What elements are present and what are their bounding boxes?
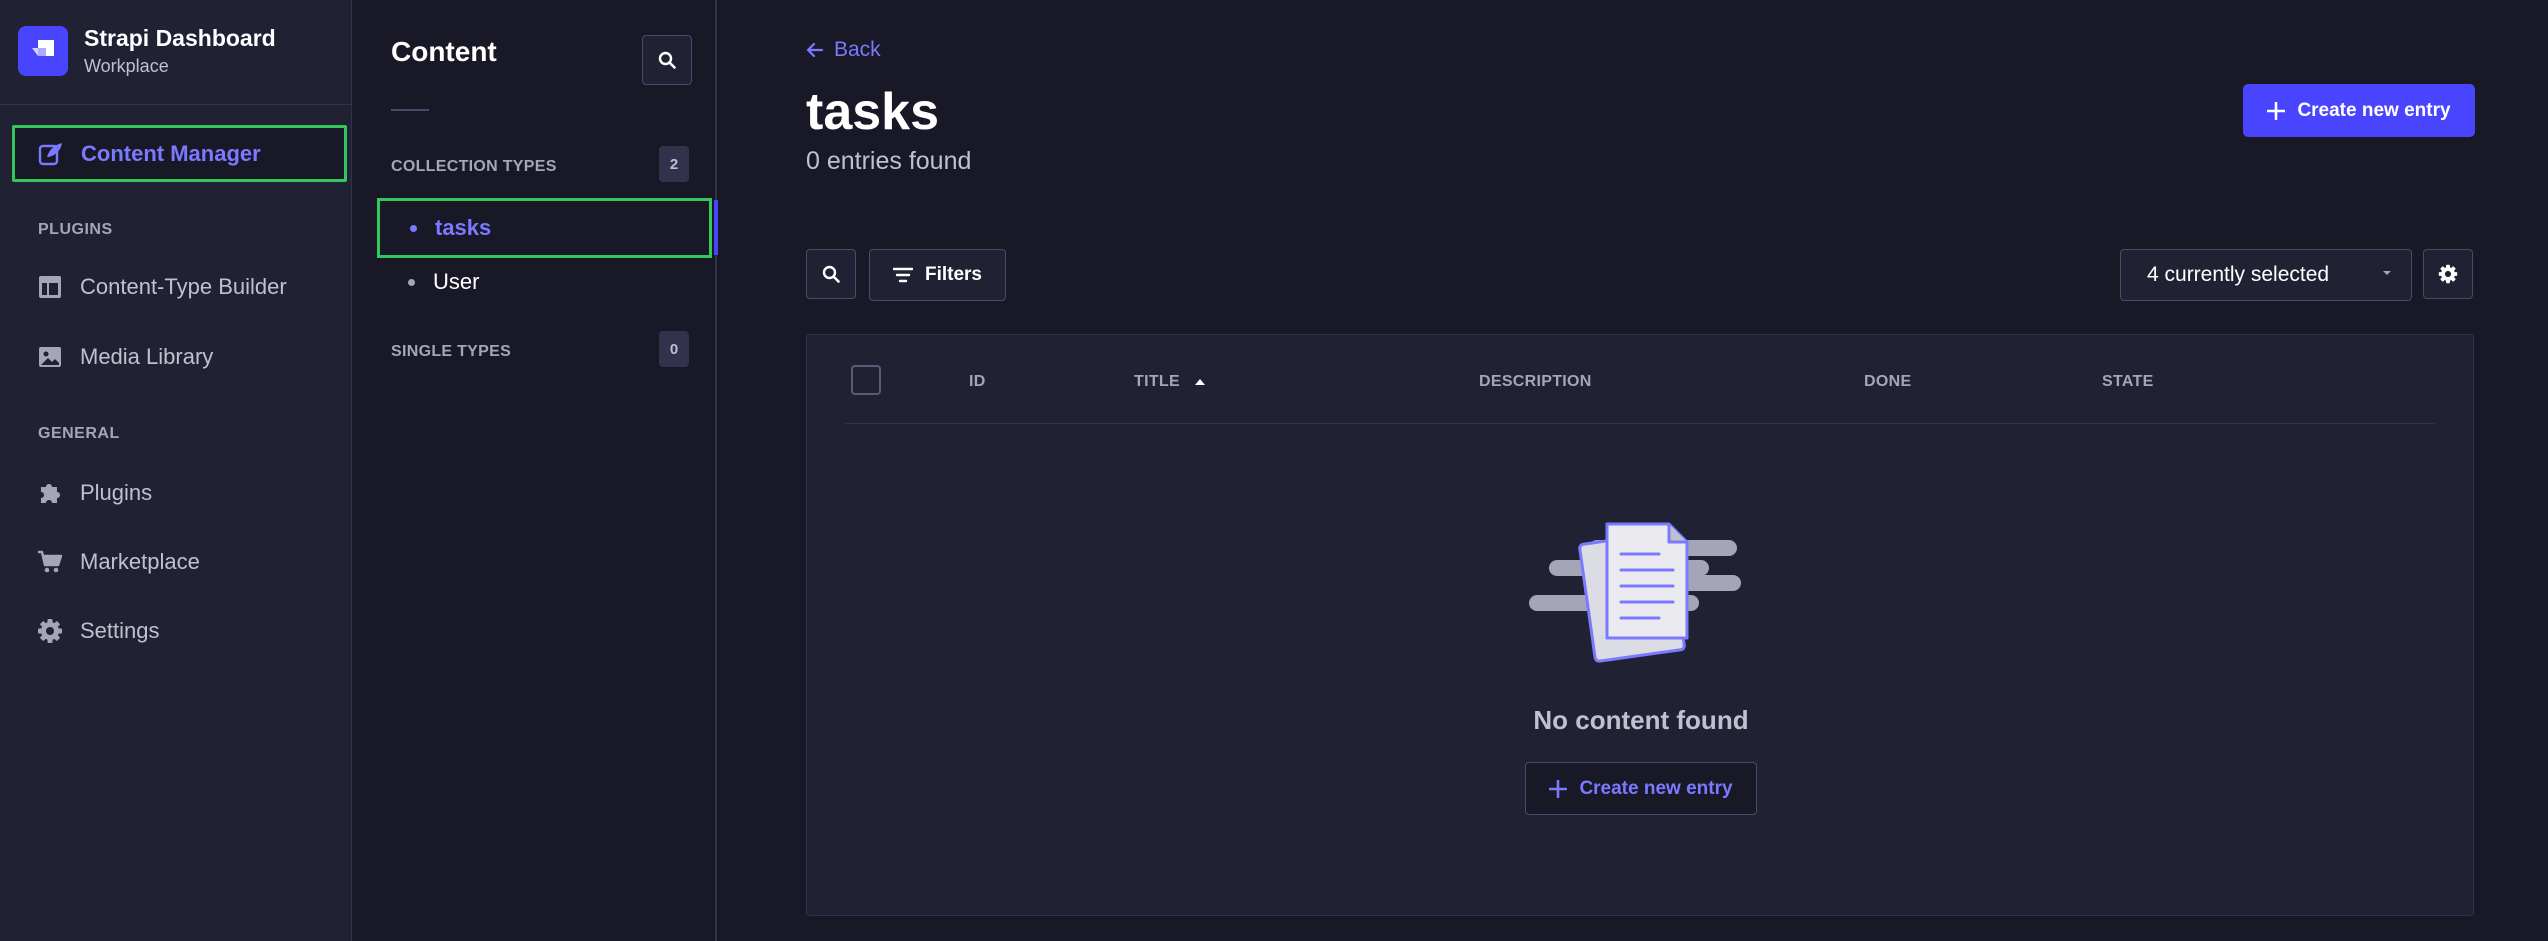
nav-item-marketplace[interactable]: Marketplace <box>14 535 344 589</box>
nav-divider <box>0 104 352 105</box>
subnav-title: Content <box>391 36 497 67</box>
nav-item-label: Marketplace <box>80 549 200 574</box>
empty-create-new-entry-button[interactable]: Create new entry <box>1525 762 1757 815</box>
main-navigation: Strapi Dashboard Workplace Content Manag… <box>0 0 352 941</box>
image-icon <box>36 343 64 371</box>
subnav-item-label: User <box>433 269 480 294</box>
single-types-label: SINGLE TYPES <box>391 343 512 360</box>
button-label: Create new entry <box>2297 99 2451 121</box>
column-header-description[interactable]: DESCRIPTION <box>1479 373 1592 391</box>
back-link[interactable]: Back <box>806 38 881 62</box>
bullet-icon <box>410 224 417 232</box>
nav-item-label: Content Manager <box>81 140 261 166</box>
nav-item-plugins[interactable]: Plugins <box>14 466 344 520</box>
entries-count: 0 entries found <box>806 147 972 175</box>
select-value: 4 currently selected <box>2147 263 2330 286</box>
nav-item-label: Settings <box>80 618 160 643</box>
layout-icon <box>36 273 64 301</box>
nav-section-plugins: PLUGINS <box>38 221 113 238</box>
subnav-item-label: tasks <box>435 215 492 240</box>
table-header-divider <box>845 423 2435 424</box>
filters-button[interactable]: Filters <box>869 249 1006 301</box>
gear-icon <box>36 617 64 645</box>
shopping-cart-icon <box>36 548 64 576</box>
search-icon <box>658 51 676 69</box>
brand[interactable]: Strapi Dashboard Workplace <box>18 24 276 78</box>
nav-item-label: Content-Type Builder <box>80 274 287 299</box>
collection-types-label: COLLECTION TYPES <box>391 158 557 175</box>
filter-icon <box>892 267 913 283</box>
button-label: Create new entry <box>1579 777 1733 799</box>
single-types-count: 0 <box>659 331 689 367</box>
subnav-item-tasks[interactable]: tasks <box>377 198 712 258</box>
list-settings-button[interactable] <box>2423 249 2473 299</box>
content-subnav: Content COLLECTION TYPES 2 tasks User SI… <box>353 0 718 941</box>
nav-item-media-library[interactable]: Media Library <box>14 330 344 384</box>
empty-state-message: No content found <box>1533 705 1749 735</box>
bullet-icon <box>408 278 415 286</box>
plus-icon <box>1549 779 1568 798</box>
nav-item-label: Media Library <box>80 344 214 369</box>
brand-subtitle: Workplace <box>84 56 169 76</box>
nav-item-content-manager[interactable]: Content Manager <box>12 125 347 182</box>
plus-icon <box>2267 101 2286 120</box>
column-header-done[interactable]: DONE <box>1864 373 1911 391</box>
column-header-state[interactable]: STATE <box>2102 373 2154 391</box>
search-icon <box>822 265 840 283</box>
column-header-title[interactable]: TITLE <box>1134 373 1206 391</box>
gear-icon <box>2438 264 2458 284</box>
subnav-search-button[interactable] <box>642 35 692 85</box>
entries-table: ID TITLE DESCRIPTION DONE STATE No conte… <box>806 334 2474 916</box>
column-header-id[interactable]: ID <box>969 373 986 391</box>
empty-documents-icon <box>1529 520 1751 671</box>
puzzle-icon <box>36 479 64 507</box>
back-label: Back <box>834 38 881 61</box>
main-content: Back tasks 0 entries found Create new en… <box>718 0 2548 941</box>
arrow-left-icon <box>806 42 824 58</box>
nav-section-general: GENERAL <box>38 425 120 442</box>
sort-ascending-icon <box>1194 378 1206 386</box>
caret-down-icon <box>2381 268 2393 278</box>
button-label: Filters <box>924 264 983 285</box>
page-title: tasks <box>806 83 939 141</box>
subnav-item-user[interactable]: User <box>378 254 710 310</box>
select-all-checkbox[interactable] <box>851 365 881 395</box>
create-new-entry-button[interactable]: Create new entry <box>2243 84 2475 137</box>
feather-pen-icon <box>37 140 65 168</box>
subnav-divider <box>391 109 429 111</box>
nav-item-label: Plugins <box>80 480 153 505</box>
collection-types-count: 2 <box>659 146 689 182</box>
displayed-columns-select[interactable]: 4 currently selected <box>2120 249 2412 301</box>
nav-item-content-type-builder[interactable]: Content-Type Builder <box>14 260 344 314</box>
brand-title: Strapi Dashboard <box>84 25 276 51</box>
strapi-logo-icon <box>18 26 68 76</box>
nav-item-settings[interactable]: Settings <box>14 604 344 658</box>
table-search-button[interactable] <box>806 249 856 299</box>
